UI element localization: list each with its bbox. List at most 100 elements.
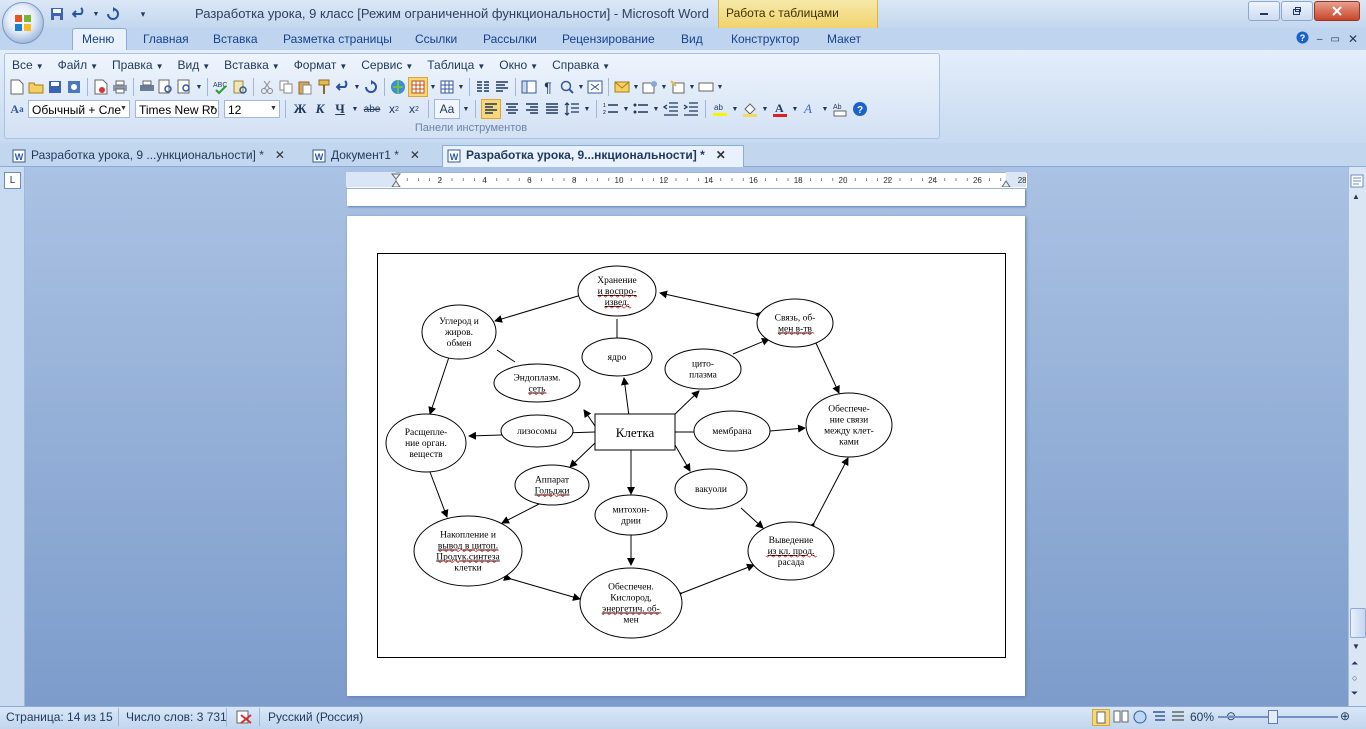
- form-field-icon[interactable]: [697, 78, 715, 96]
- document-tab-1[interactable]: W Разработка урока, 9 ...ункциональности…: [12, 146, 285, 165]
- format-painter-icon[interactable]: [315, 78, 333, 96]
- align-left-icon[interactable]: [481, 99, 501, 119]
- scroll-down-icon[interactable]: ▼: [1352, 642, 1360, 651]
- chevron-down-icon[interactable]: ▼: [821, 100, 829, 118]
- draft-view-icon[interactable]: [1170, 709, 1186, 724]
- indent-marker-icon[interactable]: [390, 173, 402, 187]
- chevron-down-icon[interactable]: ▼: [429, 78, 437, 96]
- new-document-icon[interactable]: [8, 78, 26, 96]
- full-screen-reading-icon[interactable]: [1113, 709, 1129, 724]
- style-pane-icon[interactable]: Aa: [8, 100, 26, 118]
- zoom-slider-track[interactable]: [1218, 716, 1338, 718]
- web-layout-icon[interactable]: [1132, 709, 1148, 724]
- zoom-slider-thumb[interactable]: [1268, 710, 1278, 724]
- hyperlink-icon[interactable]: [389, 78, 407, 96]
- show-formatting-icon[interactable]: ¶: [539, 78, 557, 96]
- cut-icon[interactable]: [258, 78, 276, 96]
- save-icon[interactable]: [46, 78, 64, 96]
- font-color-icon[interactable]: A: [771, 100, 789, 118]
- outline-view-icon[interactable]: [1151, 709, 1167, 724]
- change-case-icon[interactable]: Aa: [434, 99, 460, 119]
- print-layout-view-icon[interactable]: [1092, 709, 1110, 726]
- customize-qat-icon[interactable]: ▾: [134, 5, 152, 23]
- underline-icon[interactable]: Ч: [331, 100, 349, 118]
- word-count[interactable]: Число слов: 3 731: [126, 709, 227, 725]
- document-tab-2[interactable]: W Документ1 * ✕: [312, 146, 420, 165]
- chevron-down-icon[interactable]: ▼: [761, 100, 769, 118]
- tab-menu[interactable]: Меню: [82, 29, 114, 50]
- tab-references[interactable]: Ссылки: [415, 29, 457, 50]
- menu-window[interactable]: Окно ▼: [495, 56, 542, 74]
- spelling-icon[interactable]: ABC: [212, 78, 230, 96]
- shading-icon[interactable]: [741, 100, 759, 118]
- print-icon[interactable]: [111, 78, 129, 96]
- undo-icon[interactable]: [70, 5, 88, 23]
- envelope-icon[interactable]: [613, 78, 631, 96]
- restore-button[interactable]: [1281, 1, 1313, 21]
- bullets-icon[interactable]: [632, 100, 650, 118]
- next-page-icon[interactable]: ⏷: [1351, 688, 1358, 699]
- previous-page-icon[interactable]: ⏶: [1351, 658, 1358, 669]
- paste-icon[interactable]: [296, 78, 314, 96]
- styles-icon[interactable]: [669, 78, 687, 96]
- document-tab-3[interactable]: W Разработка урока, 9...нкциональности] …: [447, 146, 726, 165]
- page-indicator[interactable]: Страница: 14 из 15: [6, 709, 113, 725]
- menu-edit[interactable]: Правка ▼: [108, 56, 167, 74]
- subscript-icon[interactable]: x2: [385, 100, 403, 118]
- close-icon[interactable]: ✕: [275, 146, 285, 165]
- tab-page-layout[interactable]: Разметка страницы: [283, 29, 392, 50]
- browse-object-icon[interactable]: ○: [1352, 673, 1357, 683]
- chevron-down-icon[interactable]: ▼: [622, 100, 630, 118]
- zoom-icon[interactable]: [558, 78, 576, 96]
- menu-insert[interactable]: Вставка ▼: [220, 56, 284, 74]
- close-icon[interactable]: ✕: [410, 146, 420, 165]
- line-spacing-icon[interactable]: [563, 100, 581, 118]
- chevron-down-icon[interactable]: ▼: [353, 78, 361, 96]
- zoom-page-icon[interactable]: [176, 78, 194, 96]
- menu-format[interactable]: Формат ▼: [290, 56, 352, 74]
- phonetic-icon[interactable]: Ab: [831, 100, 849, 118]
- menu-table[interactable]: Таблица ▼: [423, 56, 489, 74]
- chevron-down-icon[interactable]: ▼: [731, 100, 739, 118]
- print-preview-pdf-icon[interactable]: [92, 78, 110, 96]
- full-screen-icon[interactable]: [586, 78, 604, 96]
- tab-design[interactable]: Конструктор: [731, 29, 799, 50]
- redo-icon[interactable]: [104, 5, 122, 23]
- copy-icon[interactable]: [277, 78, 295, 96]
- font-size-combo[interactable]: 12 ▼: [224, 100, 280, 118]
- chevron-down-icon[interactable]: ▼: [660, 78, 668, 96]
- strikethrough-icon[interactable]: abe: [361, 100, 383, 118]
- language-indicator[interactable]: Русский (Россия): [268, 709, 363, 725]
- research-icon[interactable]: [231, 78, 249, 96]
- italic-icon[interactable]: К: [311, 100, 329, 118]
- doc-restore-icon[interactable]: ▭: [1330, 34, 1339, 45]
- chevron-down-icon[interactable]: ▼: [716, 78, 724, 96]
- view-ruler-icon[interactable]: [1350, 174, 1364, 188]
- doc-minimize-icon[interactable]: –: [1317, 34, 1323, 45]
- chevron-down-icon[interactable]: ▼: [92, 5, 100, 23]
- tab-layout[interactable]: Макет: [827, 29, 861, 50]
- insert-table-icon[interactable]: [438, 78, 456, 96]
- document-map-icon[interactable]: [520, 78, 538, 96]
- tab-view[interactable]: Вид: [681, 29, 703, 50]
- align-right-icon[interactable]: [523, 100, 541, 118]
- preview-icon[interactable]: [157, 78, 175, 96]
- quick-print-icon[interactable]: [138, 78, 156, 96]
- menu-file[interactable]: Файл ▼: [54, 56, 102, 74]
- open-folder-icon[interactable]: [27, 78, 45, 96]
- columns-icon[interactable]: [474, 78, 492, 96]
- chevron-down-icon[interactable]: ▼: [632, 78, 640, 96]
- tables-borders-icon[interactable]: [408, 77, 428, 97]
- help-icon[interactable]: ?: [1296, 31, 1309, 47]
- text-effects-icon[interactable]: A: [801, 100, 819, 118]
- scroll-up-icon[interactable]: ▲: [1352, 192, 1360, 201]
- style-combo[interactable]: Обычный + Сле ▼: [28, 100, 130, 118]
- save-icon[interactable]: [48, 5, 66, 23]
- chevron-down-icon[interactable]: ▼: [583, 100, 591, 118]
- office-button[interactable]: [2, 2, 44, 44]
- permission-icon[interactable]: [65, 78, 83, 96]
- tab-selector-icon[interactable]: L: [4, 172, 21, 189]
- zoom-in-icon[interactable]: ⊕: [1340, 709, 1350, 723]
- zoom-level[interactable]: 60%: [1190, 709, 1214, 725]
- bold-icon[interactable]: Ж: [291, 100, 309, 118]
